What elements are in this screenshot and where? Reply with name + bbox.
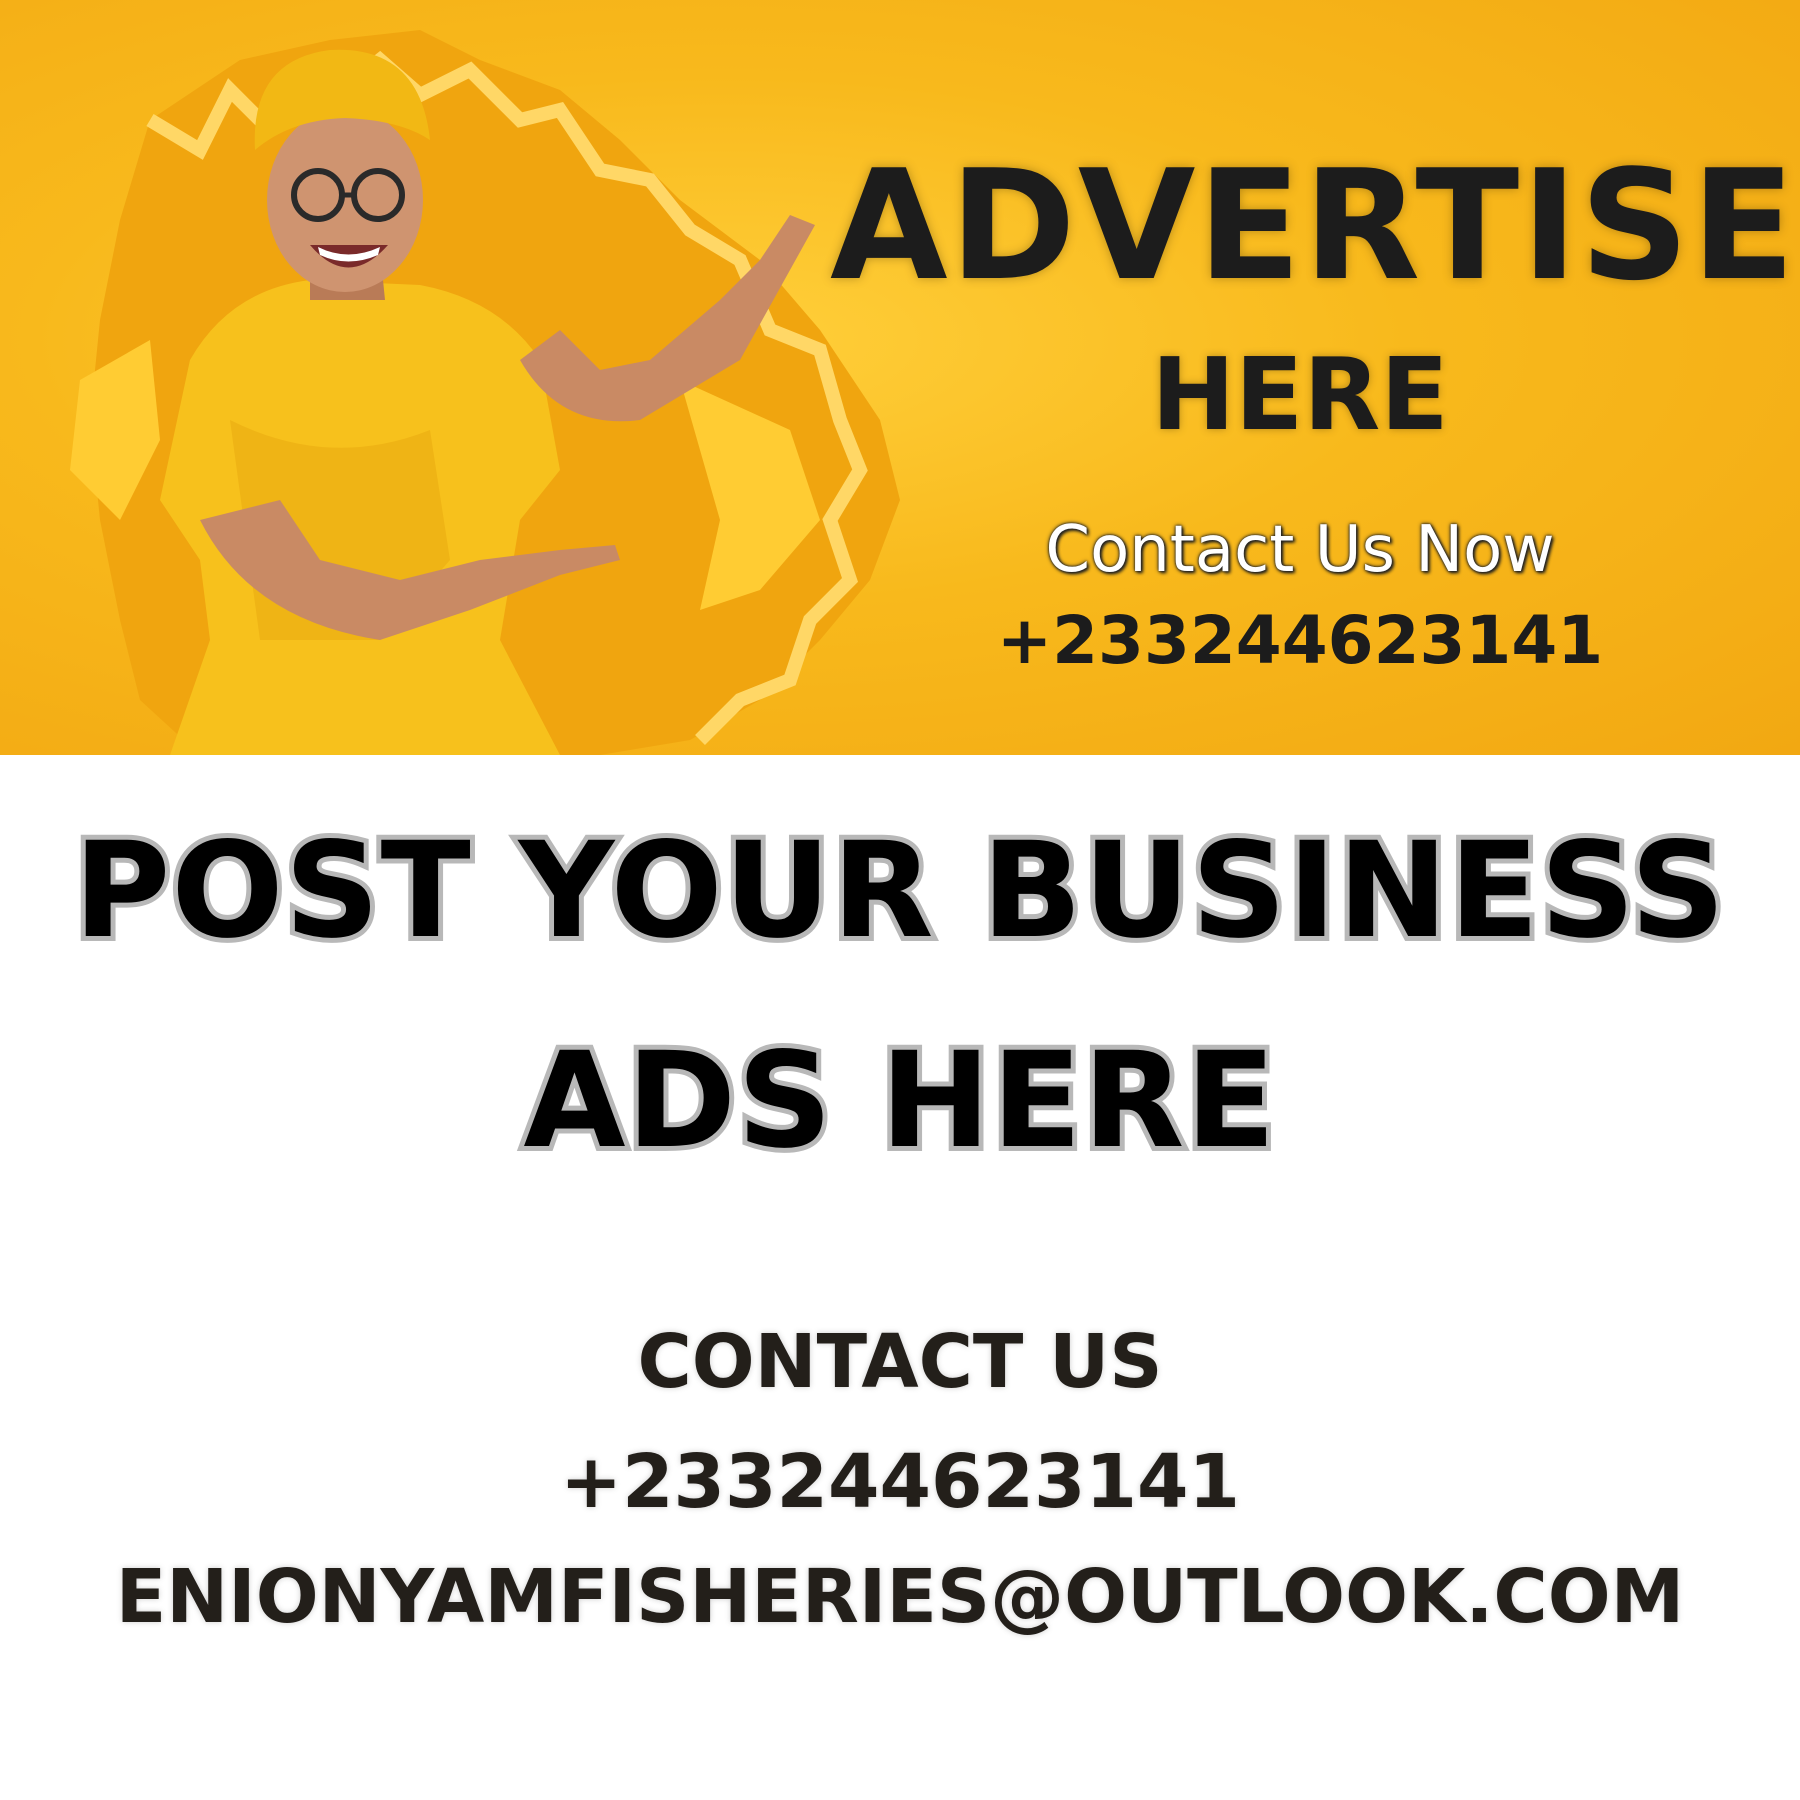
- advertise-title: ADVERTISE: [830, 137, 1798, 314]
- contact-now-label: Contact Us Now: [1045, 513, 1555, 587]
- advertise-banner: ADVERTISE HERE Contact Us Now +233244623…: [0, 0, 1800, 755]
- here-subtitle: HERE: [1151, 336, 1449, 453]
- contact-email: ENIONYAMFISHERIES@OUTLOOK.COM: [115, 1554, 1685, 1640]
- banner-phone-number: +233244623141: [996, 602, 1604, 679]
- headline-line-1: POST YOUR BUSINESS: [69, 814, 1731, 968]
- headline-line-2: ADS HERE: [518, 1024, 1280, 1178]
- contact-phone: +233244623141: [560, 1439, 1240, 1525]
- contact-heading: CONTACT US: [637, 1319, 1163, 1405]
